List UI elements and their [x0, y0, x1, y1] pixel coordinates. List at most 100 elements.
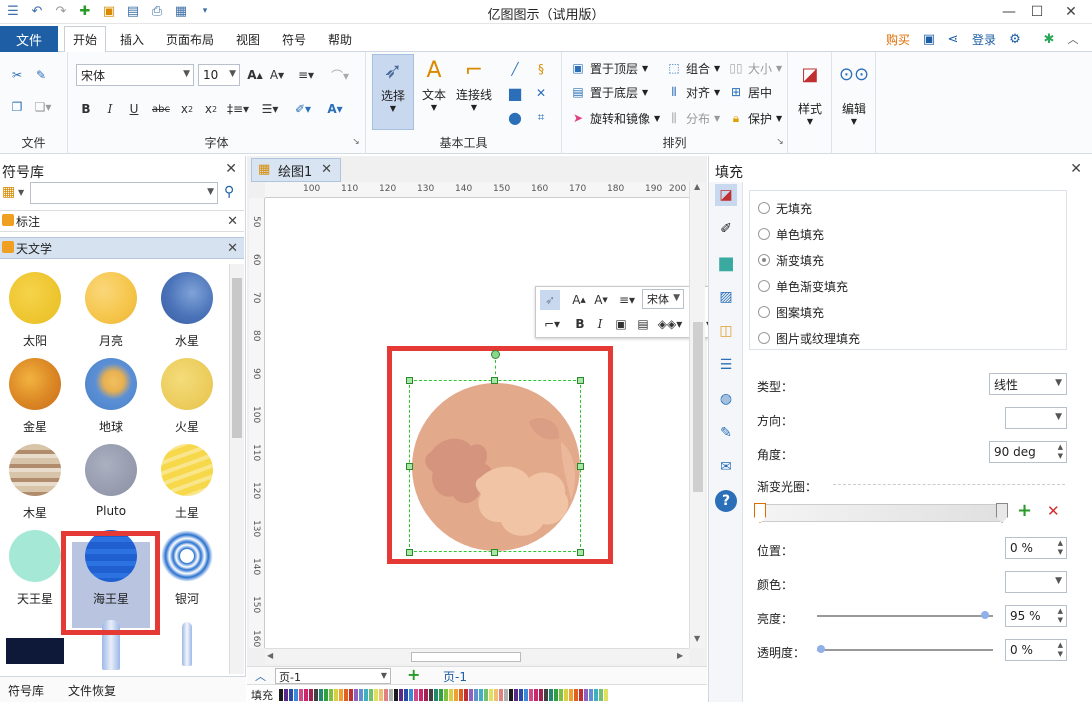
image-icon[interactable]: ▨: [715, 286, 737, 308]
page-select[interactable]: 页-1 ▼: [275, 668, 391, 684]
tab-file[interactable]: 文件: [0, 26, 58, 52]
align-button[interactable]: ⫴ 对齐 ▼: [666, 82, 720, 102]
group-button[interactable]: ⬚ 组合 ▼: [666, 58, 720, 78]
color-swatch[interactable]: [399, 689, 403, 701]
paste-icon[interactable]: ❏▾: [32, 98, 54, 116]
color-swatch[interactable]: [554, 689, 558, 701]
color-swatch[interactable]: [409, 689, 413, 701]
fill-option-none[interactable]: 无填充: [758, 199, 812, 217]
bring-front-button[interactable]: ▣ 置于顶层 ▼: [570, 58, 648, 78]
screen-icon[interactable]: ▣: [920, 30, 938, 48]
resize-handle[interactable]: [577, 463, 584, 470]
color-swatch[interactable]: [549, 689, 553, 701]
add-page-icon[interactable]: +: [407, 665, 420, 684]
color-swatch[interactable]: [389, 689, 393, 701]
settings-icon[interactable]: ⚙: [1006, 30, 1024, 48]
gradient-stop-handle[interactable]: [754, 503, 766, 523]
color-swatch[interactable]: [534, 689, 538, 701]
close-icon[interactable]: ✕: [227, 241, 238, 256]
grow-font-icon[interactable]: A ▲: [246, 66, 264, 84]
color-swatch[interactable]: [454, 689, 458, 701]
fill-option-texture[interactable]: 图片或纹理填充: [758, 329, 860, 347]
text-curve-icon[interactable]: ⌒▾: [326, 66, 354, 84]
color-swatch[interactable]: [539, 689, 543, 701]
direction-select[interactable]: ▼: [1005, 407, 1067, 429]
radio-button[interactable]: [758, 254, 770, 266]
color-swatch[interactable]: [379, 689, 383, 701]
send-back-button[interactable]: ▤ 置于底层 ▼: [570, 82, 648, 102]
color-swatch[interactable]: [574, 689, 578, 701]
color-swatch[interactable]: [329, 689, 333, 701]
symbol-search-input[interactable]: ▼: [30, 182, 218, 204]
fill-icon[interactable]: ◪: [715, 184, 737, 206]
shape-icon[interactable]: ◫: [715, 320, 737, 342]
horizontal-scrollbar[interactable]: ◀ ▶: [265, 648, 689, 664]
add-stop-icon[interactable]: +: [1017, 500, 1032, 521]
italic-icon[interactable]: I: [102, 100, 118, 118]
category-callout[interactable]: 标注 ✕: [0, 210, 244, 232]
radio-button[interactable]: [758, 280, 770, 292]
document-icon[interactable]: ☰: [715, 354, 737, 376]
send-back-icon[interactable]: ▤: [634, 314, 652, 334]
color-swatch[interactable]: [464, 689, 468, 701]
fill-option-solid[interactable]: 单色填充: [758, 225, 824, 243]
shadow-icon[interactable]: ■: [715, 252, 737, 274]
resize-handle[interactable]: [577, 377, 584, 384]
rectangle-tool-icon[interactable]: ■: [506, 84, 524, 103]
color-swatch[interactable]: [604, 689, 608, 701]
scroll-down-icon[interactable]: ▼: [694, 634, 700, 643]
center-button[interactable]: ⊞ 居中: [728, 82, 772, 102]
color-swatch[interactable]: [384, 689, 388, 701]
symbol-jupiter[interactable]: 木星: [0, 436, 70, 520]
spinner-icon[interactable]: ▲ ▼: [1058, 443, 1063, 461]
maximize-icon[interactable]: ☐: [1022, 0, 1052, 24]
tab-insert[interactable]: 插入: [112, 26, 152, 52]
color-swatch[interactable]: [284, 689, 288, 701]
style-button[interactable]: ◪ 样式 ▼: [792, 58, 828, 138]
chevron-up-icon[interactable]: ︿: [255, 668, 266, 684]
cut-icon[interactable]: ✂: [8, 66, 26, 84]
color-swatch[interactable]: [559, 689, 563, 701]
connector-tool-button[interactable]: ⌐ 连接线 ▼: [454, 54, 494, 130]
tab-symbol-library[interactable]: 符号库: [8, 682, 44, 699]
arrange-dialog-launcher-icon[interactable]: ↘: [774, 136, 786, 148]
color-swatch[interactable]: [474, 689, 478, 701]
spinner-icon[interactable]: ▲ ▼: [1058, 607, 1063, 625]
vertical-scrollbar[interactable]: ▲ ▼: [689, 182, 705, 648]
float-font-select[interactable]: 宋体 ▼: [642, 289, 684, 309]
size-button[interactable]: ▯▯ 大小 ▼: [728, 58, 782, 78]
color-swatch[interactable]: [414, 689, 418, 701]
line-tool-icon[interactable]: ╱: [506, 60, 524, 78]
bullets-icon[interactable]: ☰▾: [258, 100, 282, 118]
color-swatch[interactable]: [354, 689, 358, 701]
crop-tool-icon[interactable]: ⌗: [532, 108, 550, 126]
rotate-mirror-button[interactable]: ➤ 旋转和镜像 ▼: [570, 108, 660, 128]
color-swatch[interactable]: [564, 689, 568, 701]
brightness-slider-knob[interactable]: [981, 611, 989, 619]
chevron-down-icon[interactable]: ▼: [18, 188, 24, 197]
edit-button[interactable]: ⊙⊙ 编辑 ▼: [836, 58, 872, 138]
bring-front-icon[interactable]: ▣: [612, 314, 630, 334]
fill-option-gradient[interactable]: 渐变填充: [758, 251, 824, 269]
symbol-starfield[interactable]: [0, 608, 70, 674]
symbol-galaxy[interactable]: 银河: [152, 522, 222, 606]
transparency-slider[interactable]: [817, 649, 993, 651]
superscript-icon[interactable]: x2: [202, 100, 220, 118]
color-swatch[interactable]: [524, 689, 528, 701]
scrollbar-thumb[interactable]: [411, 652, 521, 662]
shrink-font-icon[interactable]: A ▼: [592, 290, 610, 310]
paragraph-align-icon[interactable]: ≡▾: [616, 290, 638, 310]
ellipse-tool-icon[interactable]: ●: [506, 108, 524, 127]
color-swatch[interactable]: [439, 689, 443, 701]
fill-color-icon[interactable]: ◈◈▾: [656, 314, 684, 334]
gradient-type-select[interactable]: 线性 ▼: [989, 373, 1067, 395]
font-size-select[interactable]: 10 ▼: [198, 64, 240, 86]
color-swatch[interactable]: [404, 689, 408, 701]
line-icon[interactable]: ✐: [715, 218, 737, 240]
color-swatch[interactable]: [279, 689, 283, 701]
color-swatch[interactable]: [434, 689, 438, 701]
tab-page-layout[interactable]: 页面布局: [158, 26, 222, 52]
format-painter-icon[interactable]: ✎: [32, 66, 50, 84]
fill-option-mono-gradient[interactable]: 单色渐变填充: [758, 277, 848, 295]
color-select[interactable]: ▼: [1005, 571, 1067, 593]
